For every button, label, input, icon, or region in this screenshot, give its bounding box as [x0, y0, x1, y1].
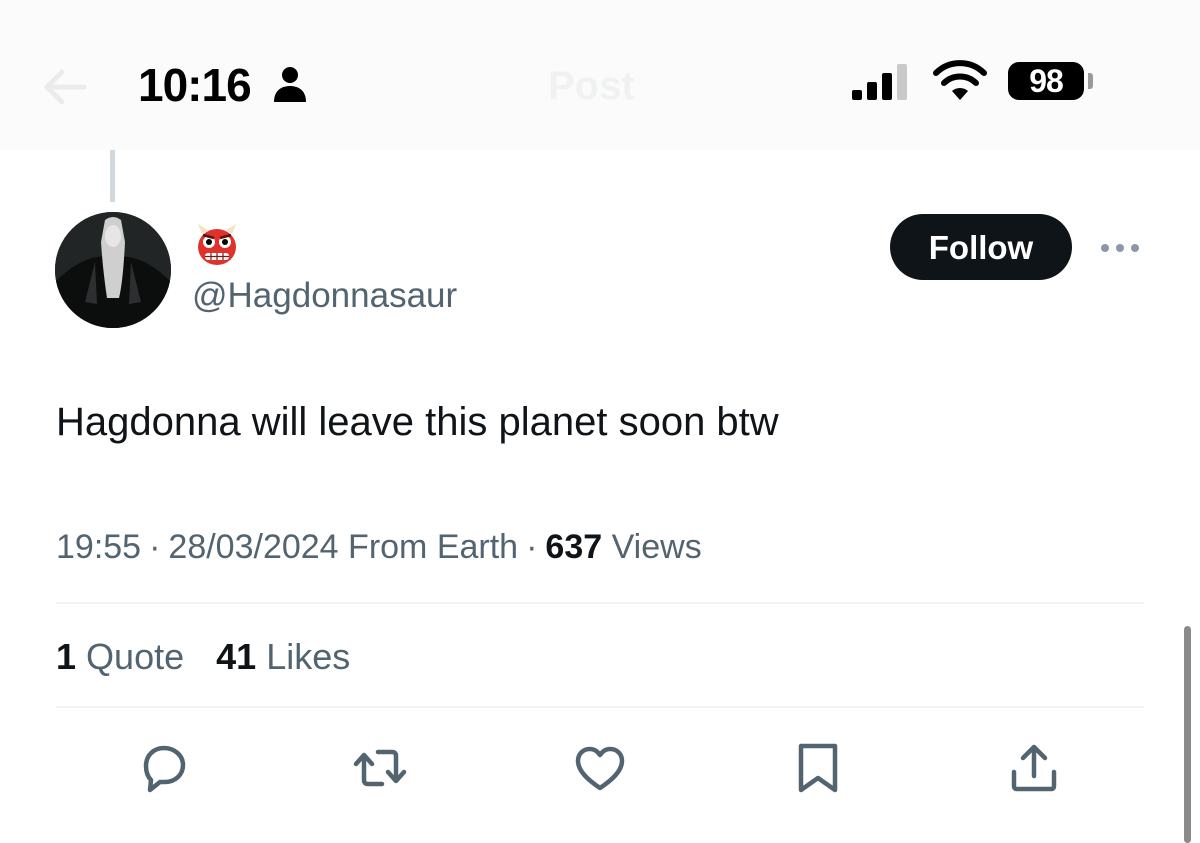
tweet-meta: 19:55 · 28/03/2024 From Earth · 637 Views	[56, 528, 702, 567]
retweet-icon[interactable]	[352, 740, 408, 796]
views-label: Views	[611, 528, 702, 566]
tweet-time[interactable]: 19:55	[56, 528, 141, 566]
scrollbar[interactable]	[1184, 626, 1191, 843]
likes-count: 41	[216, 636, 257, 677]
tweet-location: From Earth	[348, 528, 519, 566]
follow-button[interactable]: Follow	[890, 214, 1072, 280]
stats-row: 1 Quote 41 Likes	[56, 636, 372, 678]
divider	[56, 602, 1144, 604]
more-options-icon[interactable]	[1098, 238, 1142, 258]
separator-dot: ·	[149, 528, 161, 566]
share-icon[interactable]	[1006, 740, 1062, 796]
wifi-icon	[933, 60, 987, 100]
like-icon[interactable]	[572, 740, 628, 796]
separator-dot: ·	[526, 528, 538, 566]
avatar-image	[55, 212, 171, 328]
status-time: 10:16	[138, 59, 252, 111]
reply-icon[interactable]	[136, 740, 192, 796]
quotes-stat[interactable]: 1 Quote	[56, 636, 184, 677]
divider	[56, 706, 1144, 708]
ogre-emoji-icon	[198, 224, 236, 265]
quotes-count: 1	[56, 636, 77, 677]
person-icon	[274, 67, 306, 102]
back-arrow-icon[interactable]	[40, 62, 90, 112]
quotes-label: Quote	[86, 636, 185, 677]
battery-nub	[1088, 73, 1093, 89]
cellular-signal-icon	[852, 64, 907, 100]
likes-label: Likes	[266, 636, 351, 677]
thread-connector-line	[110, 150, 115, 202]
tweet-text: Hagdonna will leave this planet soon btw	[56, 400, 779, 444]
nav-title: Post	[548, 64, 635, 109]
bookmark-icon[interactable]	[790, 740, 846, 796]
battery-indicator: 98	[1008, 62, 1084, 100]
likes-stat[interactable]: 41 Likes	[216, 636, 350, 677]
views-count: 637	[545, 528, 603, 566]
user-handle[interactable]: @Hagdonnasaur	[192, 276, 457, 316]
tweet-date[interactable]: 28/03/2024	[168, 528, 338, 566]
avatar[interactable]	[55, 212, 171, 328]
